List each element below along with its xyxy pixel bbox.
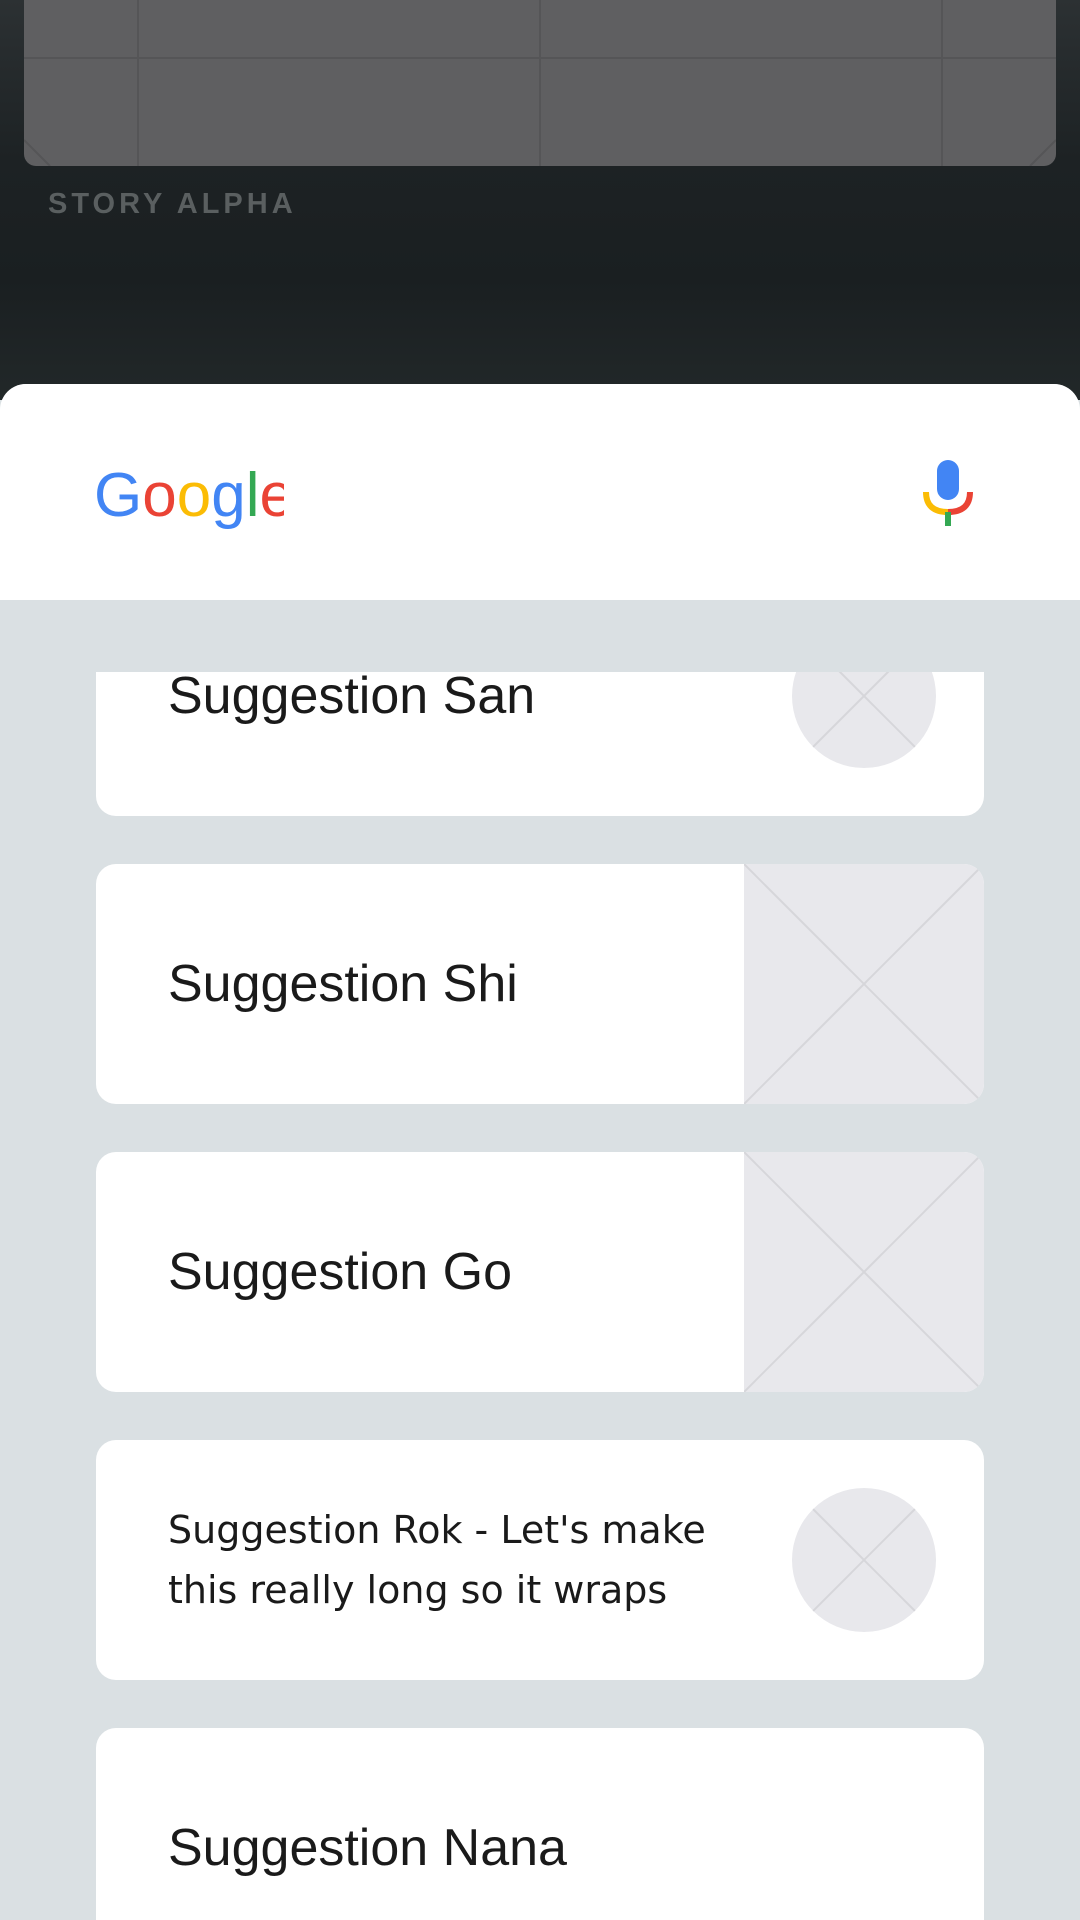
thumbnail-placeholder-icon xyxy=(792,672,936,768)
search-sheet: Google Suggestion San Suggestion Shi Sug… xyxy=(0,384,1080,1920)
suggestion-label: Suggestion Nana xyxy=(168,1819,567,1877)
suggestion-label: Suggestion Shi xyxy=(168,955,518,1013)
suggestion-card[interactable]: Suggestion San xyxy=(96,672,984,816)
story-title: STORY ALPHA xyxy=(48,188,297,220)
search-bar[interactable]: Google xyxy=(0,384,1080,600)
story-background: STORY ALPHA xyxy=(0,0,1080,400)
suggestion-label: Suggestion Go xyxy=(168,1243,513,1301)
thumbnail-placeholder-icon xyxy=(792,1488,936,1632)
suggestion-card[interactable]: Suggestion Nana xyxy=(96,1728,984,1920)
google-logo: Google xyxy=(94,461,284,530)
suggestion-card[interactable]: Suggestion Go xyxy=(96,1152,984,1392)
suggestion-label: Suggestion San xyxy=(168,672,536,725)
suggestion-label: Suggestion Rok - Let's make this really … xyxy=(168,1508,706,1612)
suggestion-list: Suggestion San Suggestion Shi Suggestion… xyxy=(0,672,1080,1920)
story-image-placeholder[interactable] xyxy=(24,0,1056,166)
placeholder-grid-icon xyxy=(24,0,1056,166)
svg-text:Google: Google xyxy=(94,461,284,530)
suggestion-card[interactable]: Suggestion Shi xyxy=(96,864,984,1104)
thumbnail-placeholder-icon xyxy=(744,1152,984,1392)
suggestion-card[interactable]: Suggestion Rok - Let's make this really … xyxy=(96,1440,984,1680)
thumbnail-placeholder-icon xyxy=(744,864,984,1104)
microphone-icon[interactable] xyxy=(918,458,978,528)
